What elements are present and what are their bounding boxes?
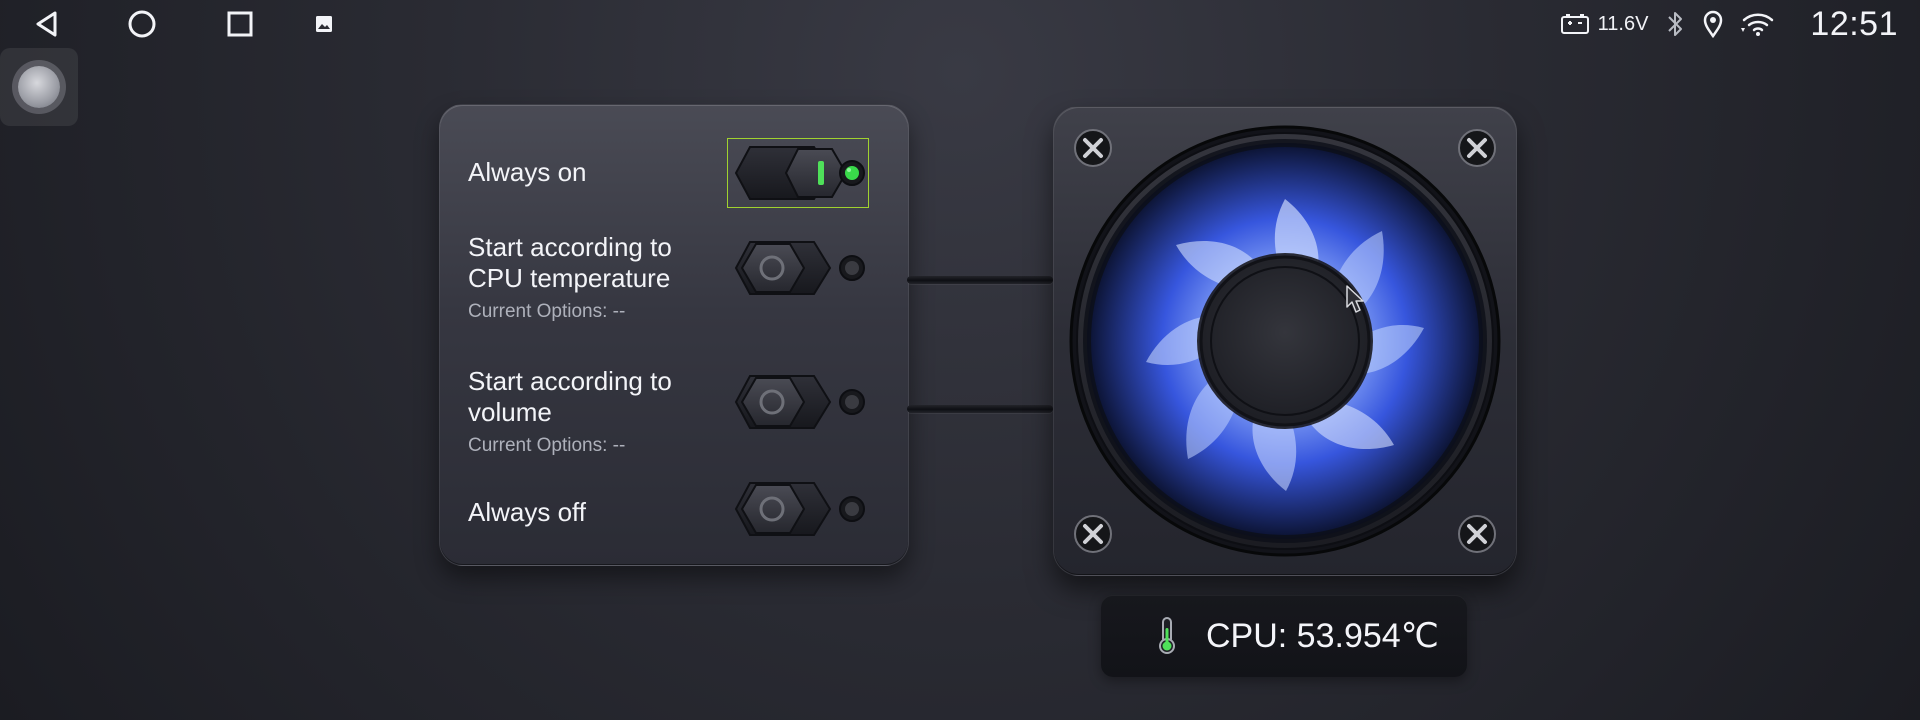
home-button[interactable] xyxy=(126,8,158,40)
option-label: Start according to CPU temperature Curre… xyxy=(468,232,708,323)
assistive-ball-icon xyxy=(18,66,60,108)
screw-icon xyxy=(1074,515,1112,553)
thermometer-icon xyxy=(1159,617,1175,654)
option-current-value: Current Options: -- xyxy=(468,435,626,456)
back-triangle-icon xyxy=(36,11,57,37)
fan-mode-panel: Always on Start according to CPU tempera… xyxy=(439,104,909,566)
voltage-indicator: 11.6V xyxy=(1560,12,1649,36)
volume-switch[interactable] xyxy=(728,368,868,436)
cpu-temperature-display: CPU: 53.954℃ xyxy=(1101,595,1467,677)
screw-icon xyxy=(1458,129,1496,167)
connector-cable-bottom xyxy=(907,405,1053,413)
cooling-fan-icon xyxy=(1069,125,1501,557)
cooling-fan xyxy=(1053,106,1517,576)
back-button[interactable] xyxy=(30,8,62,40)
screw-icon xyxy=(1458,515,1496,553)
clock-time: 12:51 xyxy=(1810,4,1898,43)
voltage-value: 11.6V xyxy=(1597,12,1649,35)
home-circle-icon xyxy=(128,10,156,38)
location-pin-icon xyxy=(1704,10,1723,39)
floating-assistive-ball[interactable] xyxy=(0,48,78,126)
gallery-button[interactable] xyxy=(308,8,340,40)
recents-button[interactable] xyxy=(224,8,256,40)
option-label: Always on xyxy=(468,157,587,187)
cpu-temperature-text: CPU: 53.954℃ xyxy=(1206,617,1439,655)
option-label: Start according to volume Current Option… xyxy=(468,366,708,457)
recents-square-icon xyxy=(227,11,253,37)
status-indicators: 11.6V 12:51 xyxy=(1560,4,1898,43)
screw-icon xyxy=(1074,129,1112,167)
always-off-switch[interactable] xyxy=(728,475,868,543)
bluetooth-icon xyxy=(1668,12,1683,36)
status-bar: 11.6V 12:51 xyxy=(0,0,1920,48)
option-title: Start according to CPU temperature xyxy=(468,232,672,293)
cpu-temperature-switch[interactable] xyxy=(728,234,868,302)
option-label: Always off xyxy=(468,497,587,527)
image-icon xyxy=(316,16,332,32)
battery-icon xyxy=(1560,14,1589,34)
option-title: Start according to volume xyxy=(468,366,672,427)
always-on-switch[interactable] xyxy=(727,138,869,208)
connector-cable-top xyxy=(907,276,1053,284)
wifi-icon xyxy=(1741,13,1774,36)
option-current-value: Current Options: -- xyxy=(468,301,626,322)
